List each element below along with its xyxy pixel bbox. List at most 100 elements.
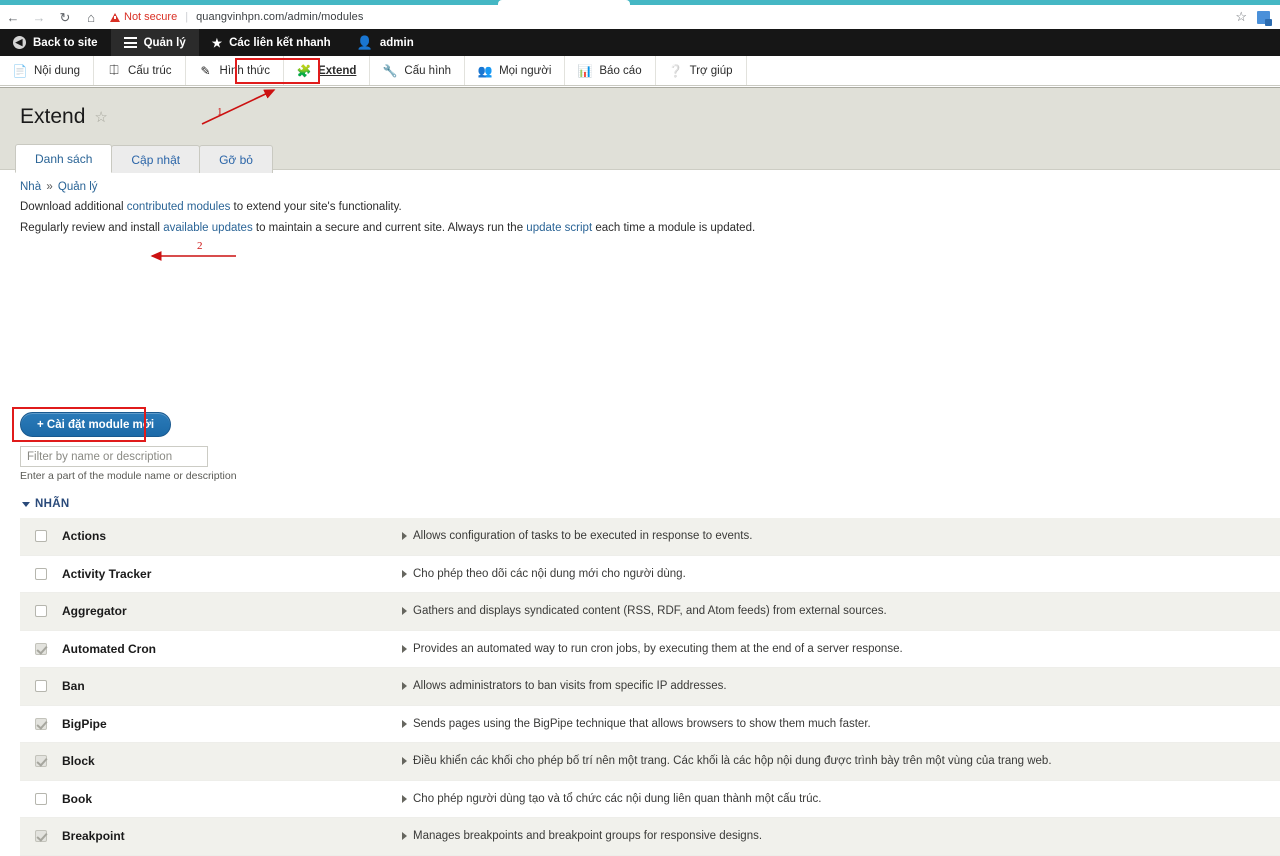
expand-triangle-icon[interactable]	[402, 532, 407, 540]
module-name: Block	[62, 754, 402, 768]
page-tabs: Danh sách Cập nhật Gỡ bỏ	[15, 144, 272, 173]
menu-item-moi-nguoi[interactable]: 👥 Mọi người	[465, 56, 565, 85]
table-row[interactable]: Automated Cron Provides an automated way…	[20, 631, 1280, 669]
contributed-modules-link[interactable]: contributed modules	[127, 201, 231, 213]
home-icon[interactable]: ⌂	[78, 5, 104, 29]
module-checkbox-cell[interactable]	[20, 568, 62, 580]
table-row[interactable]: Block Điều khiển các khối cho phép bố tr…	[20, 743, 1280, 781]
question-circle-icon: ❔	[669, 64, 683, 78]
menu-item-hinh-thuc[interactable]: ✎ Hình thức	[186, 56, 285, 85]
update-script-link[interactable]: update script	[526, 222, 592, 234]
table-row[interactable]: BigPipe Sends pages using the BigPipe te…	[20, 706, 1280, 744]
tab-cap-nhat[interactable]: Cập nhật	[111, 145, 200, 173]
module-name: Activity Tracker	[62, 567, 402, 581]
expand-triangle-icon[interactable]	[402, 720, 407, 728]
table-row[interactable]: Ban Allows administrators to ban visits …	[20, 668, 1280, 706]
table-row[interactable]: Aggregator Gathers and displays syndicat…	[20, 593, 1280, 631]
wrench-icon: 🔧	[383, 64, 397, 78]
admin-toolbar-item-quan-ly[interactable]: Quản lý	[111, 29, 199, 56]
module-description-cell[interactable]: Gathers and displays syndicated content …	[402, 605, 1280, 617]
forward-arrow-icon[interactable]: →	[26, 5, 52, 29]
menu-item-cau-truc[interactable]: ⎅ Cấu trúc	[94, 56, 185, 85]
module-description-cell[interactable]: Điều khiển các khối cho phép bố trí nên …	[402, 755, 1280, 767]
admin-toolbar-label: admin	[380, 37, 414, 49]
star-outline-icon[interactable]: ☆	[94, 108, 107, 126]
security-indicator[interactable]: Not secure	[110, 11, 177, 23]
page-title-row: Extend ☆	[20, 105, 108, 129]
star-icon[interactable]: ☆	[1235, 9, 1247, 25]
table-row[interactable]: Breakpoint Manages breakpoints and break…	[20, 818, 1280, 856]
extension-icon[interactable]	[1257, 11, 1270, 24]
module-checkbox-cell[interactable]	[20, 530, 62, 542]
module-enable-checkbox[interactable]	[35, 680, 47, 692]
module-description-cell[interactable]: Allows configuration of tasks to be exec…	[402, 530, 1280, 542]
intro-2-pre: Regularly review and install	[20, 222, 163, 234]
menu-item-bao-cao[interactable]: 📊 Báo cáo	[565, 56, 655, 85]
module-checkbox-cell[interactable]	[20, 830, 62, 842]
module-checkbox-cell[interactable]	[20, 680, 62, 692]
breadcrumb-current[interactable]: Quản lý	[58, 181, 98, 193]
warning-triangle-icon	[110, 13, 120, 22]
table-row[interactable]: Actions Allows configuration of tasks to…	[20, 518, 1280, 556]
expand-triangle-icon[interactable]	[402, 645, 407, 653]
install-new-module-button[interactable]: + Cài đặt module mới	[20, 412, 171, 437]
module-name: Aggregator	[62, 604, 402, 618]
module-description-cell[interactable]: Allows administrators to ban visits from…	[402, 680, 1280, 692]
menu-item-label: Mọi người	[499, 65, 551, 77]
module-description-cell[interactable]: Provides an automated way to run cron jo…	[402, 643, 1280, 655]
expand-triangle-icon[interactable]	[402, 832, 407, 840]
module-description-cell[interactable]: Sends pages using the BigPipe technique …	[402, 718, 1280, 730]
module-checkbox-cell[interactable]	[20, 605, 62, 617]
tab-label: Danh sách	[35, 152, 92, 166]
module-name: Actions	[62, 529, 402, 543]
menu-item-extend[interactable]: 🧩 Extend	[284, 56, 370, 85]
module-enable-checkbox[interactable]	[35, 793, 47, 805]
tab-danh-sach[interactable]: Danh sách	[15, 144, 112, 173]
breadcrumb-home[interactable]: Nhà	[20, 181, 41, 193]
omnibox-separator: |	[185, 11, 188, 23]
back-arrow-icon[interactable]: ←	[0, 5, 26, 29]
module-description: Điều khiển các khối cho phép bố trí nên …	[413, 755, 1052, 767]
module-group-header[interactable]: NHÃN	[22, 498, 69, 510]
module-checkbox-cell[interactable]	[20, 793, 62, 805]
table-row[interactable]: Activity Tracker Cho phép theo dõi các n…	[20, 556, 1280, 594]
expand-triangle-icon[interactable]	[402, 607, 407, 615]
table-row[interactable]: Book Cho phép người dùng tạo và tổ chức …	[20, 781, 1280, 819]
module-enable-checkbox[interactable]	[35, 530, 47, 542]
module-enable-checkbox	[35, 718, 47, 730]
module-checkbox-cell[interactable]	[20, 718, 62, 730]
module-enable-checkbox[interactable]	[35, 568, 47, 580]
available-updates-link[interactable]: available updates	[163, 222, 253, 234]
menu-item-noi-dung[interactable]: 📄 Nội dung	[0, 56, 94, 85]
intro-1-post: to extend your site's functionality.	[230, 201, 401, 213]
sitemap-icon: ⎅	[107, 64, 121, 78]
admin-toolbar-item-quick-links[interactable]: ★ Các liên kết nhanh	[199, 29, 344, 56]
filter-help-text: Enter a part of the module name or descr…	[20, 470, 237, 482]
module-checkbox-cell[interactable]	[20, 643, 62, 655]
expand-triangle-icon[interactable]	[402, 757, 407, 765]
menu-item-cau-hinh[interactable]: 🔧 Cấu hình	[370, 56, 465, 85]
reload-icon[interactable]: ↻	[52, 5, 78, 29]
expand-triangle-icon[interactable]	[402, 682, 407, 690]
tab-go-bo[interactable]: Gỡ bỏ	[199, 145, 273, 173]
admin-toolbar-item-back-to-site[interactable]: ◀ Back to site	[0, 29, 111, 56]
module-description-cell[interactable]: Cho phép theo dõi các nội dung mới cho n…	[402, 568, 1280, 580]
hamburger-icon	[124, 37, 137, 48]
annotation-number-2: 2	[197, 240, 203, 252]
menu-item-tro-giup[interactable]: ❔ Trợ giúp	[656, 56, 747, 85]
module-description-cell[interactable]: Cho phép người dùng tạo và tổ chức các n…	[402, 793, 1280, 805]
address-bar[interactable]: Not secure | quangvinhpn.com/admin/modul…	[104, 6, 1235, 28]
module-description-cell[interactable]: Manages breakpoints and breakpoint group…	[402, 830, 1280, 842]
breadcrumb-separator: »	[46, 181, 52, 193]
admin-toolbar-item-account[interactable]: 👤 admin	[344, 29, 427, 56]
expand-triangle-icon[interactable]	[402, 570, 407, 578]
module-description: Allows administrators to ban visits from…	[413, 680, 727, 692]
module-enable-checkbox[interactable]	[35, 605, 47, 617]
filter-input[interactable]	[20, 446, 208, 467]
module-checkbox-cell[interactable]	[20, 755, 62, 767]
menu-item-label: Nội dung	[34, 65, 80, 77]
module-description: Cho phép theo dõi các nội dung mới cho n…	[413, 568, 686, 580]
menu-item-label: Trợ giúp	[690, 65, 733, 77]
expand-triangle-icon[interactable]	[402, 795, 407, 803]
url-text: quangvinhpn.com/admin/modules	[196, 11, 363, 23]
